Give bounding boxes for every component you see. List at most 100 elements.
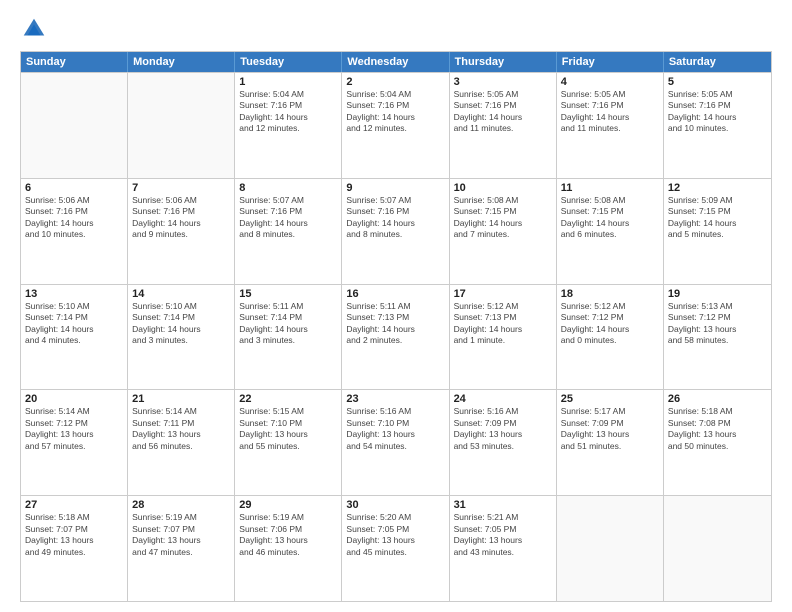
header-day-monday: Monday <box>128 52 235 72</box>
header-day-saturday: Saturday <box>664 52 771 72</box>
day-number: 19 <box>668 288 767 300</box>
cal-cell: 17Sunrise: 5:12 AMSunset: 7:13 PMDayligh… <box>450 285 557 390</box>
cell-info: Sunrise: 5:15 AMSunset: 7:10 PMDaylight:… <box>239 406 337 452</box>
cal-cell: 2Sunrise: 5:04 AMSunset: 7:16 PMDaylight… <box>342 73 449 178</box>
cal-cell: 19Sunrise: 5:13 AMSunset: 7:12 PMDayligh… <box>664 285 771 390</box>
day-number: 16 <box>346 288 444 300</box>
day-number: 3 <box>454 76 552 88</box>
cal-row-1: 6Sunrise: 5:06 AMSunset: 7:16 PMDaylight… <box>21 178 771 284</box>
day-number: 31 <box>454 499 552 511</box>
cell-info: Sunrise: 5:08 AMSunset: 7:15 PMDaylight:… <box>454 195 552 241</box>
cal-cell: 13Sunrise: 5:10 AMSunset: 7:14 PMDayligh… <box>21 285 128 390</box>
cal-cell: 18Sunrise: 5:12 AMSunset: 7:12 PMDayligh… <box>557 285 664 390</box>
day-number: 29 <box>239 499 337 511</box>
cell-info: Sunrise: 5:12 AMSunset: 7:12 PMDaylight:… <box>561 301 659 347</box>
cell-info: Sunrise: 5:10 AMSunset: 7:14 PMDaylight:… <box>25 301 123 347</box>
day-number: 9 <box>346 182 444 194</box>
cell-info: Sunrise: 5:06 AMSunset: 7:16 PMDaylight:… <box>25 195 123 241</box>
cell-info: Sunrise: 5:09 AMSunset: 7:15 PMDaylight:… <box>668 195 767 241</box>
cell-info: Sunrise: 5:20 AMSunset: 7:05 PMDaylight:… <box>346 512 444 558</box>
cal-cell <box>128 73 235 178</box>
cell-info: Sunrise: 5:07 AMSunset: 7:16 PMDaylight:… <box>239 195 337 241</box>
cal-cell: 21Sunrise: 5:14 AMSunset: 7:11 PMDayligh… <box>128 390 235 495</box>
cal-cell: 3Sunrise: 5:05 AMSunset: 7:16 PMDaylight… <box>450 73 557 178</box>
day-number: 18 <box>561 288 659 300</box>
cal-cell <box>664 496 771 601</box>
cell-info: Sunrise: 5:13 AMSunset: 7:12 PMDaylight:… <box>668 301 767 347</box>
cal-cell: 11Sunrise: 5:08 AMSunset: 7:15 PMDayligh… <box>557 179 664 284</box>
day-number: 12 <box>668 182 767 194</box>
cell-info: Sunrise: 5:11 AMSunset: 7:13 PMDaylight:… <box>346 301 444 347</box>
cell-info: Sunrise: 5:17 AMSunset: 7:09 PMDaylight:… <box>561 406 659 452</box>
cell-info: Sunrise: 5:10 AMSunset: 7:14 PMDaylight:… <box>132 301 230 347</box>
day-number: 2 <box>346 76 444 88</box>
cell-info: Sunrise: 5:14 AMSunset: 7:12 PMDaylight:… <box>25 406 123 452</box>
cell-info: Sunrise: 5:08 AMSunset: 7:15 PMDaylight:… <box>561 195 659 241</box>
cell-info: Sunrise: 5:05 AMSunset: 7:16 PMDaylight:… <box>454 89 552 135</box>
header-day-friday: Friday <box>557 52 664 72</box>
day-number: 15 <box>239 288 337 300</box>
cal-cell: 16Sunrise: 5:11 AMSunset: 7:13 PMDayligh… <box>342 285 449 390</box>
logo-icon <box>20 15 48 43</box>
day-number: 26 <box>668 393 767 405</box>
day-number: 27 <box>25 499 123 511</box>
calendar-page: SundayMondayTuesdayWednesdayThursdayFrid… <box>0 0 792 612</box>
cal-cell: 28Sunrise: 5:19 AMSunset: 7:07 PMDayligh… <box>128 496 235 601</box>
cell-info: Sunrise: 5:11 AMSunset: 7:14 PMDaylight:… <box>239 301 337 347</box>
cell-info: Sunrise: 5:16 AMSunset: 7:09 PMDaylight:… <box>454 406 552 452</box>
cal-cell: 7Sunrise: 5:06 AMSunset: 7:16 PMDaylight… <box>128 179 235 284</box>
logo <box>20 15 53 43</box>
day-number: 23 <box>346 393 444 405</box>
cal-cell: 25Sunrise: 5:17 AMSunset: 7:09 PMDayligh… <box>557 390 664 495</box>
cal-row-2: 13Sunrise: 5:10 AMSunset: 7:14 PMDayligh… <box>21 284 771 390</box>
day-number: 22 <box>239 393 337 405</box>
cal-cell <box>557 496 664 601</box>
cell-info: Sunrise: 5:18 AMSunset: 7:08 PMDaylight:… <box>668 406 767 452</box>
cell-info: Sunrise: 5:07 AMSunset: 7:16 PMDaylight:… <box>346 195 444 241</box>
day-number: 20 <box>25 393 123 405</box>
day-number: 11 <box>561 182 659 194</box>
day-number: 24 <box>454 393 552 405</box>
day-number: 14 <box>132 288 230 300</box>
cal-cell: 22Sunrise: 5:15 AMSunset: 7:10 PMDayligh… <box>235 390 342 495</box>
header-day-wednesday: Wednesday <box>342 52 449 72</box>
cal-cell: 23Sunrise: 5:16 AMSunset: 7:10 PMDayligh… <box>342 390 449 495</box>
day-number: 28 <box>132 499 230 511</box>
cal-cell: 20Sunrise: 5:14 AMSunset: 7:12 PMDayligh… <box>21 390 128 495</box>
cal-cell: 6Sunrise: 5:06 AMSunset: 7:16 PMDaylight… <box>21 179 128 284</box>
cal-row-0: 1Sunrise: 5:04 AMSunset: 7:16 PMDaylight… <box>21 72 771 178</box>
cell-info: Sunrise: 5:21 AMSunset: 7:05 PMDaylight:… <box>454 512 552 558</box>
cell-info: Sunrise: 5:05 AMSunset: 7:16 PMDaylight:… <box>561 89 659 135</box>
page-header <box>20 15 772 43</box>
cal-cell: 30Sunrise: 5:20 AMSunset: 7:05 PMDayligh… <box>342 496 449 601</box>
cell-info: Sunrise: 5:06 AMSunset: 7:16 PMDaylight:… <box>132 195 230 241</box>
header-day-thursday: Thursday <box>450 52 557 72</box>
cell-info: Sunrise: 5:12 AMSunset: 7:13 PMDaylight:… <box>454 301 552 347</box>
day-number: 1 <box>239 76 337 88</box>
cal-cell: 14Sunrise: 5:10 AMSunset: 7:14 PMDayligh… <box>128 285 235 390</box>
cell-info: Sunrise: 5:04 AMSunset: 7:16 PMDaylight:… <box>346 89 444 135</box>
cal-cell: 1Sunrise: 5:04 AMSunset: 7:16 PMDaylight… <box>235 73 342 178</box>
cell-info: Sunrise: 5:04 AMSunset: 7:16 PMDaylight:… <box>239 89 337 135</box>
cell-info: Sunrise: 5:19 AMSunset: 7:07 PMDaylight:… <box>132 512 230 558</box>
header-day-tuesday: Tuesday <box>235 52 342 72</box>
cal-cell: 10Sunrise: 5:08 AMSunset: 7:15 PMDayligh… <box>450 179 557 284</box>
cal-row-4: 27Sunrise: 5:18 AMSunset: 7:07 PMDayligh… <box>21 495 771 601</box>
cal-cell: 29Sunrise: 5:19 AMSunset: 7:06 PMDayligh… <box>235 496 342 601</box>
cal-cell: 8Sunrise: 5:07 AMSunset: 7:16 PMDaylight… <box>235 179 342 284</box>
cell-info: Sunrise: 5:05 AMSunset: 7:16 PMDaylight:… <box>668 89 767 135</box>
day-number: 5 <box>668 76 767 88</box>
calendar: SundayMondayTuesdayWednesdayThursdayFrid… <box>20 51 772 602</box>
cell-info: Sunrise: 5:14 AMSunset: 7:11 PMDaylight:… <box>132 406 230 452</box>
cal-cell: 12Sunrise: 5:09 AMSunset: 7:15 PMDayligh… <box>664 179 771 284</box>
cal-cell: 4Sunrise: 5:05 AMSunset: 7:16 PMDaylight… <box>557 73 664 178</box>
day-number: 21 <box>132 393 230 405</box>
cell-info: Sunrise: 5:16 AMSunset: 7:10 PMDaylight:… <box>346 406 444 452</box>
cal-cell <box>21 73 128 178</box>
cal-cell: 26Sunrise: 5:18 AMSunset: 7:08 PMDayligh… <box>664 390 771 495</box>
day-number: 7 <box>132 182 230 194</box>
day-number: 8 <box>239 182 337 194</box>
calendar-header: SundayMondayTuesdayWednesdayThursdayFrid… <box>21 52 771 72</box>
day-number: 25 <box>561 393 659 405</box>
day-number: 17 <box>454 288 552 300</box>
